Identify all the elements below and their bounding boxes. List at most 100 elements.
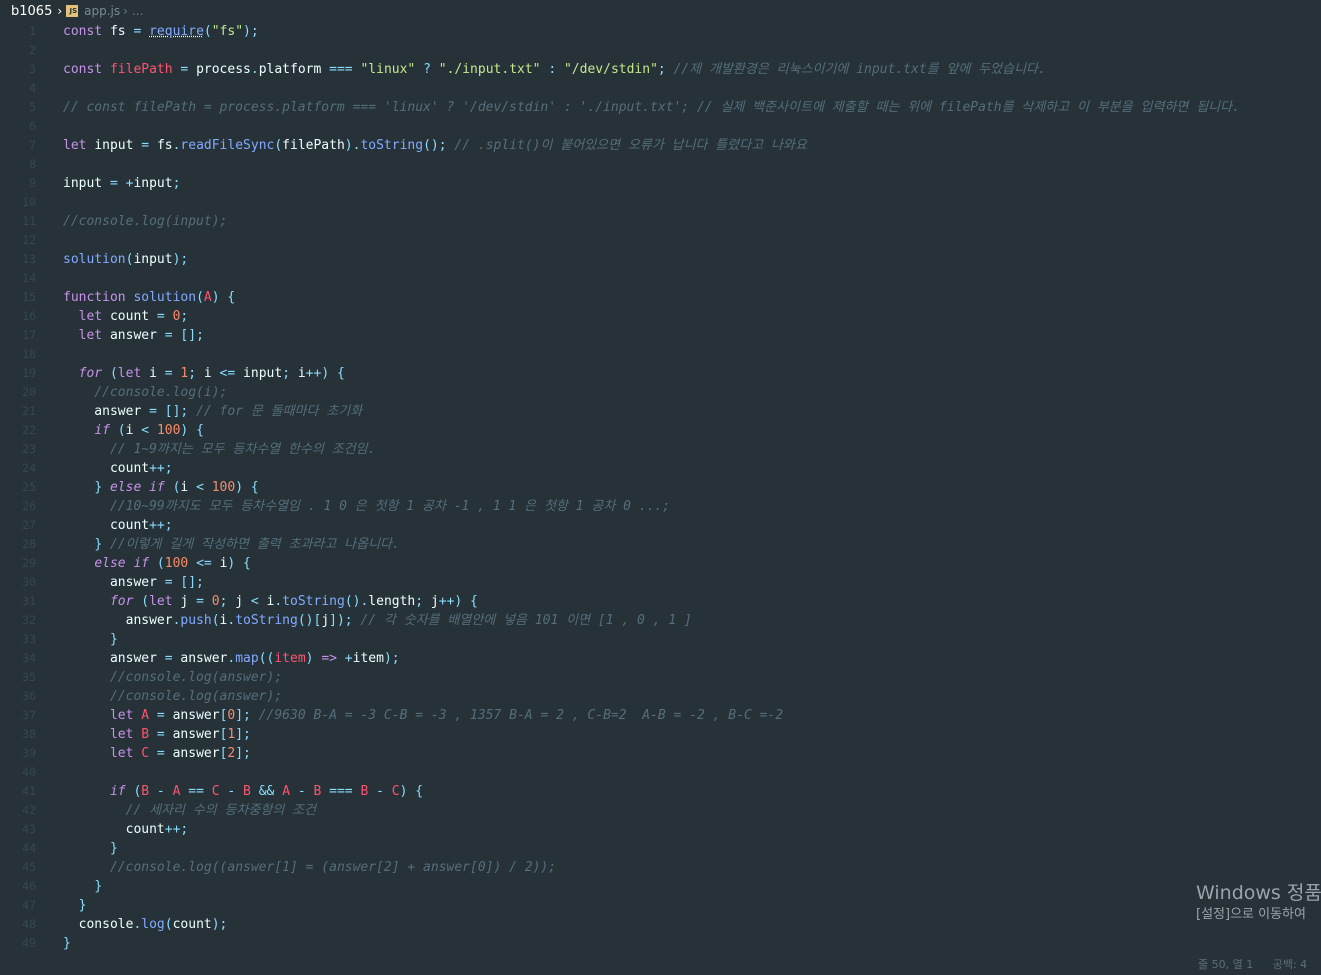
code-line[interactable]: 29 else if (100 <= i) { [0, 554, 1321, 573]
code-token: ( [149, 556, 165, 571]
code-line[interactable]: 35 //console.log(answer); [0, 668, 1321, 687]
code-token: input [133, 252, 173, 267]
code-text: let C = answer[2]; [63, 744, 251, 763]
code-line[interactable]: 32 answer.push(i.toString()[j]); // 각 숫자… [0, 611, 1321, 630]
code-token: - [368, 784, 392, 799]
code-token: console [63, 917, 134, 932]
code-line[interactable]: 26 //10~99까지도 모두 등차수열임 . 1 0 은 첫항 1 공차 -… [0, 497, 1321, 516]
code-line[interactable]: 3 const filePath = process.platform === "… [0, 60, 1321, 79]
code-line[interactable]: 15 function solution(A) { [0, 288, 1321, 307]
code-text: } [63, 630, 118, 649]
code-line[interactable]: 49} [0, 934, 1321, 953]
code-line[interactable]: 10 [0, 193, 1321, 212]
code-line[interactable]: 33 } [0, 630, 1321, 649]
code-line[interactable]: 28 } //이렇게 길게 작성하면 출력 초과라고 나옵니다. [0, 535, 1321, 554]
code-token: A [282, 784, 291, 799]
code-token: if [94, 423, 110, 438]
line-number: 8 [29, 157, 36, 171]
code-line[interactable]: 41 if (B - A == C - B && A - B === B - C… [0, 782, 1321, 801]
code-line[interactable]: 18 [0, 345, 1321, 364]
breadcrumb-file[interactable]: app.js [84, 4, 120, 18]
code-line[interactable]: 8 [0, 155, 1321, 174]
code-line[interactable]: 11 //console.log(input); [0, 212, 1321, 231]
code-token: ++ [149, 518, 165, 533]
code-editor[interactable]: 1 const fs = require("fs"); 2 3 const filePa… [0, 22, 1321, 953]
code-line[interactable]: 47 } [0, 896, 1321, 915]
code-line[interactable]: 1 const fs = require("fs"); [0, 22, 1321, 41]
code-line[interactable]: 17 let answer = []; [0, 326, 1321, 345]
code-token: input [94, 138, 134, 153]
code-token: //9630 B-A = -3 C-B = -3 , 1357 B-A = 2 … [258, 708, 784, 723]
code-line[interactable]: 7 let input = fs.readFileSync(filePath).t… [0, 136, 1321, 155]
code-text: //console.log(i); [63, 383, 227, 402]
code-line[interactable]: 39 let C = answer[2]; [0, 744, 1321, 763]
code-line[interactable]: 6 [0, 117, 1321, 136]
code-line[interactable]: 22 if (i < 100) { [0, 421, 1321, 440]
code-text: // 세자리 수의 등차중항의 조건 [63, 801, 316, 820]
code-line[interactable]: 20 //console.log(i); [0, 383, 1321, 402]
line-number: 42 [22, 803, 36, 817]
breadcrumb-folder[interactable]: b1065 [0, 4, 52, 19]
code-token: } [94, 480, 110, 495]
code-token: && [250, 784, 283, 799]
code-token: //이렇게 길게 작성하면 출력 초과라고 나옵니다. [109, 537, 400, 552]
indentation-setting[interactable]: 공백: 4 [1273, 958, 1307, 971]
code-line[interactable]: 24 count++; [0, 459, 1321, 478]
code-line[interactable]: 4 [0, 79, 1321, 98]
code-line[interactable]: 38 let B = answer[1]; [0, 725, 1321, 744]
code-token: answer [109, 328, 157, 343]
code-line[interactable]: 5 // const filePath = process.platform ==… [0, 98, 1321, 117]
code-line[interactable]: 44 } [0, 839, 1321, 858]
cursor-position[interactable]: 줄 50, 열 1 [1198, 958, 1253, 971]
code-text: //console.log((answer[1] = (answer[2] + … [63, 858, 556, 877]
code-line[interactable]: 25 } else if (i < 100) { [0, 478, 1321, 497]
code-line[interactable]: 34 answer = answer.map((item) => +item); [0, 649, 1321, 668]
code-line[interactable]: 46 } [0, 877, 1321, 896]
code-line[interactable]: 36 //console.log(answer); [0, 687, 1321, 706]
code-line[interactable]: 9 input = +input; [0, 174, 1321, 193]
code-line[interactable]: 14 [0, 269, 1321, 288]
code-line[interactable]: 31 for (let j = 0; j < i.toString().leng… [0, 592, 1321, 611]
code-line[interactable]: 21 answer = []; // for 문 돌때마다 초기화 [0, 402, 1321, 421]
code-token: = [149, 727, 173, 742]
code-token: ++ [149, 461, 165, 476]
code-line[interactable]: 2 [0, 41, 1321, 60]
code-token: C [141, 746, 150, 761]
code-line[interactable]: 37 let A = answer[0]; //9630 B-A = -3 C-… [0, 706, 1321, 725]
code-text: else if (100 <= i) { [63, 554, 251, 573]
code-line[interactable]: 19 for (let i = 1; i <= input; i++) { [0, 364, 1321, 383]
code-line[interactable]: 48 console.log(count); [0, 915, 1321, 934]
code-token: : [540, 62, 564, 77]
line-number: 13 [22, 252, 36, 266]
breadcrumb-more[interactable]: ... [132, 4, 143, 18]
windows-activation-watermark: Windows 정품 [설정]으로 이동하여 [1196, 880, 1321, 924]
code-line[interactable]: 13 solution(input); [0, 250, 1321, 269]
code-line[interactable]: 27 count++; [0, 516, 1321, 535]
code-token: . [250, 62, 259, 77]
line-number: 34 [22, 651, 36, 665]
code-line[interactable]: 12 [0, 231, 1321, 250]
code-line[interactable]: 16 let count = 0; [0, 307, 1321, 326]
code-line[interactable]: 23 // 1~9까지는 모두 등차수열 한수의 조건임. [0, 440, 1321, 459]
line-number: 32 [22, 613, 36, 627]
code-line[interactable]: 40 [0, 763, 1321, 782]
line-number: 27 [22, 518, 36, 532]
line-number: 29 [22, 556, 36, 570]
code-line[interactable]: 45 //console.log((answer[1] = (answer[2]… [0, 858, 1321, 877]
code-token: ]; [235, 708, 259, 723]
code-token: let [109, 727, 142, 742]
code-token: <= [188, 556, 220, 571]
code-line[interactable]: 42 // 세자리 수의 등차중항의 조건 [0, 801, 1321, 820]
code-token: if [109, 784, 126, 799]
code-text: count++; [63, 459, 173, 478]
code-line[interactable]: 30 answer = []; [0, 573, 1321, 592]
line-number: 18 [22, 347, 36, 361]
code-token: //제 개발환경은 리눅스이기에 input.txt를 앞에 두었습니다. [673, 62, 1046, 77]
code-line[interactable]: 43 count++; [0, 820, 1321, 839]
code-text: answer = []; // for 문 돌때마다 초기화 [63, 402, 362, 421]
code-token: ++ [438, 594, 455, 609]
